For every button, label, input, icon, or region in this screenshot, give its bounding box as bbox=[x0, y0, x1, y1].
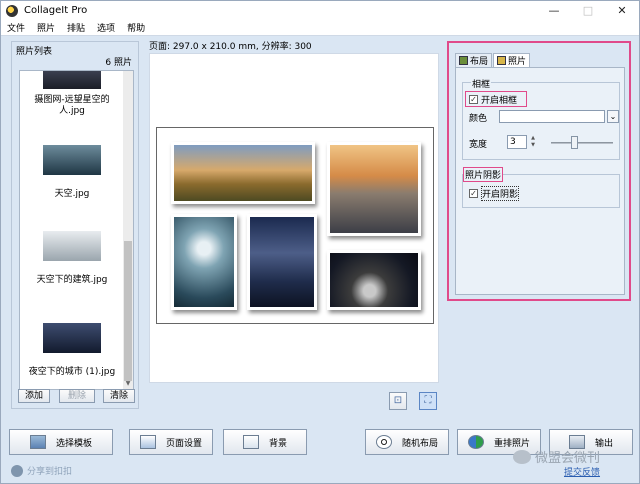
window-controls: — □ ✕ bbox=[537, 1, 639, 20]
photo-settings-pane: 相框 ✓ 开启相框 颜色 ⌄ 宽度 3 ▲ ▼ 照片阴影 ✓ 开启阴影 bbox=[455, 67, 625, 295]
page-setup-icon bbox=[139, 435, 156, 449]
list-item[interactable]: 天空下的建筑.jpg bbox=[22, 231, 122, 286]
menu-help[interactable]: 帮助 bbox=[127, 21, 145, 34]
color-label: 颜色 bbox=[469, 114, 488, 124]
frame-width-slider-track[interactable] bbox=[551, 142, 613, 144]
menu-options[interactable]: 选项 bbox=[97, 21, 115, 34]
collage-photo-city-night[interactable] bbox=[247, 214, 317, 310]
enable-frame-label: 开启相框 bbox=[481, 95, 518, 106]
scrollbar-thumb[interactable] bbox=[124, 241, 132, 381]
background-label: 背景 bbox=[268, 438, 287, 449]
add-photo-button[interactable]: 添加 bbox=[18, 389, 50, 403]
close-button[interactable]: ✕ bbox=[605, 1, 639, 20]
frame-group-label: 相框 bbox=[471, 77, 492, 90]
collage-canvas-area bbox=[149, 53, 439, 383]
photo-list-title: 照片列表 bbox=[16, 47, 53, 57]
tab-photo-label: 照片 bbox=[508, 57, 527, 67]
fullscreen-icon[interactable]: ⛶ bbox=[419, 392, 437, 410]
tab-photo[interactable]: 照片 bbox=[493, 53, 531, 68]
share-icon bbox=[11, 464, 23, 477]
enable-shadow-checkbox[interactable]: ✓ 开启阴影 bbox=[469, 186, 520, 201]
feedback-link[interactable]: 提交反馈 bbox=[564, 465, 600, 478]
page-setup-button[interactable]: 页面设置 bbox=[129, 429, 213, 455]
app-logo-icon bbox=[6, 4, 18, 17]
photo-thumbnail bbox=[43, 323, 101, 353]
list-item-label: 夜空下的城市 (1).jpg bbox=[28, 367, 116, 377]
clear-photos-button[interactable]: 清除 bbox=[103, 389, 135, 403]
photo-thumbnail bbox=[43, 231, 101, 261]
collage-page[interactable] bbox=[156, 127, 434, 324]
watermark: 微盟会微刊 bbox=[513, 447, 600, 466]
share-label: 分享到扣扣 bbox=[27, 467, 73, 477]
list-item[interactable]: 摄图网-远望星空的人.jpg bbox=[22, 71, 122, 117]
color-dropdown-icon[interactable]: ⌄ bbox=[607, 110, 619, 123]
collage-photo-sky[interactable] bbox=[171, 214, 237, 310]
title-bar: CollageIt Pro — □ ✕ bbox=[1, 1, 639, 20]
photo-list-scrollbar[interactable]: ▼ bbox=[123, 71, 133, 389]
shadow-group: 照片阴影 ✓ 开启阴影 bbox=[462, 167, 620, 208]
photo-icon bbox=[497, 56, 507, 65]
photo-list-box[interactable]: 摄图网-远望星空的人.jpg 天空.jpg 天空下的建筑.jpg 夜空下的城市 … bbox=[19, 70, 134, 390]
watermark-text: 微盟会微刊 bbox=[535, 451, 601, 466]
frame-width-input[interactable]: 3 bbox=[507, 135, 527, 149]
enable-frame-checkbox[interactable]: ✓ 开启相框 bbox=[465, 91, 527, 107]
frame-color-swatch[interactable] bbox=[499, 110, 605, 123]
menu-file[interactable]: 文件 bbox=[7, 21, 25, 34]
shadow-checkbox-mark[interactable]: ✓ bbox=[469, 189, 478, 198]
random-layout-icon bbox=[375, 435, 392, 449]
select-template-label: 选择模板 bbox=[55, 438, 92, 449]
frame-width-slider-thumb[interactable] bbox=[571, 136, 578, 149]
photo-thumbnail bbox=[43, 145, 101, 175]
spin-arrows-icon[interactable]: ▲ ▼ bbox=[529, 135, 537, 149]
enable-shadow-label: 开启阴影 bbox=[481, 186, 520, 201]
list-item-label: 天空下的建筑.jpg bbox=[36, 275, 108, 285]
background-button[interactable]: 背景 bbox=[223, 429, 307, 455]
list-item-label: 天空.jpg bbox=[54, 189, 90, 199]
settings-panel: 布局 照片 相框 ✓ 开启相框 颜色 ⌄ 宽度 3 ▲ ▼ 照片阴影 ✓ 开启阴… bbox=[447, 41, 631, 301]
scroll-down-icon[interactable]: ▼ bbox=[124, 380, 132, 388]
minimize-button[interactable]: — bbox=[537, 1, 571, 20]
list-item[interactable]: 天空.jpg bbox=[22, 145, 122, 200]
collage-photo-lake[interactable] bbox=[327, 142, 421, 236]
menu-photo[interactable]: 照片 bbox=[37, 21, 55, 34]
maximize-button[interactable]: □ bbox=[571, 1, 605, 20]
width-label: 宽度 bbox=[469, 140, 488, 150]
collage-photo-landscape[interactable] bbox=[171, 142, 315, 204]
wechat-icon bbox=[513, 449, 531, 464]
fit-page-icon[interactable]: ⊡ bbox=[389, 392, 407, 410]
list-item-label: 摄图网-远望星空的人.jpg bbox=[34, 95, 110, 116]
rearrange-icon bbox=[467, 435, 484, 449]
background-icon bbox=[242, 435, 259, 449]
random-layout-button[interactable]: 随机布局 bbox=[365, 429, 449, 455]
share-link[interactable]: 分享到扣扣 bbox=[11, 464, 72, 477]
shadow-group-label: 照片阴影 bbox=[463, 167, 504, 182]
photo-thumbnail bbox=[43, 71, 101, 89]
settings-tabs: 布局 照片 bbox=[455, 53, 531, 68]
random-layout-label: 随机布局 bbox=[401, 438, 438, 449]
page-info: 页面: 297.0 x 210.0 mm, 分辨率: 300 bbox=[149, 42, 312, 52]
tab-layout-label: 布局 bbox=[470, 57, 489, 67]
menu-arrange[interactable]: 排贴 bbox=[67, 21, 85, 34]
list-item[interactable]: 夜空下的城市 (1).jpg bbox=[22, 323, 122, 378]
frame-group: 相框 ✓ 开启相框 颜色 ⌄ 宽度 3 ▲ ▼ bbox=[462, 77, 620, 160]
page-setup-label: 页面设置 bbox=[165, 438, 202, 449]
menu-bar: 文件 照片 排贴 选项 帮助 bbox=[1, 20, 639, 36]
collage-photo-stargazer[interactable] bbox=[327, 250, 421, 310]
frame-checkbox-mark[interactable]: ✓ bbox=[469, 94, 478, 104]
photo-list-panel: 照片列表 6 照片 摄图网-远望星空的人.jpg 天空.jpg 天空下的建筑.j… bbox=[11, 41, 139, 409]
remove-photo-button[interactable]: 删除 bbox=[59, 389, 95, 403]
app-window: CollageIt Pro — □ ✕ 文件 照片 排贴 选项 帮助 照片列表 … bbox=[0, 0, 640, 484]
layout-icon bbox=[459, 56, 468, 65]
window-title: CollageIt Pro bbox=[24, 5, 88, 16]
select-template-button[interactable]: 选择模板 bbox=[9, 429, 113, 455]
tab-layout[interactable]: 布局 bbox=[455, 53, 493, 68]
template-icon bbox=[29, 435, 46, 449]
photo-count: 6 照片 bbox=[105, 58, 132, 68]
